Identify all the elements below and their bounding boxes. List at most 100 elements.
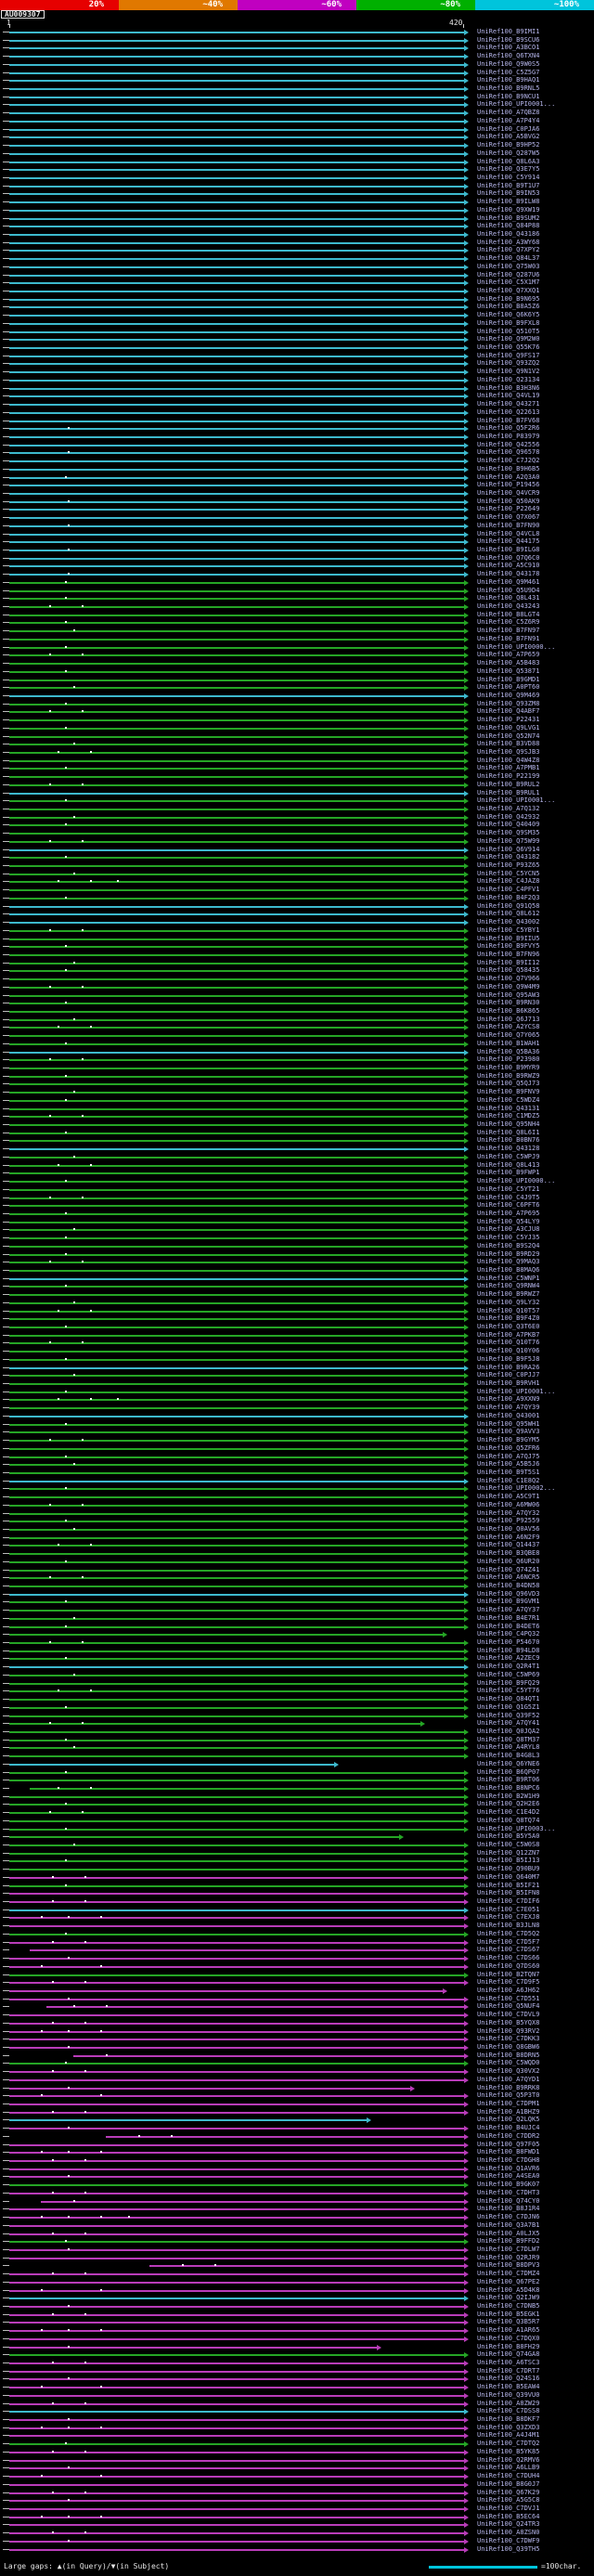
hit-label[interactable]: UniRef100_A7QY37 — [477, 1607, 539, 1613]
hit-label[interactable]: UniRef100_Q8TQ74 — [477, 1817, 539, 1824]
hit-label[interactable]: UniRef100_Q3E7Y5 — [477, 166, 539, 173]
alignment-bar[interactable] — [9, 2459, 464, 2462]
hit-label[interactable]: UniRef100_Q5NUF4 — [477, 2003, 539, 2010]
alignment-bar[interactable] — [9, 1650, 464, 1652]
alignment-bar[interactable] — [9, 201, 464, 204]
hit-label[interactable]: UniRef100_B4DN58 — [477, 1583, 539, 1589]
hit-label[interactable]: UniRef100_C7DGH8 — [477, 2157, 539, 2164]
alignment-bar[interactable] — [9, 1035, 464, 1038]
hit-label[interactable]: UniRef100_B8FWD1 — [477, 2149, 539, 2155]
alignment-bar[interactable] — [9, 2427, 464, 2429]
hit-label[interactable]: UniRef100_Q42932 — [477, 813, 539, 821]
hit-label[interactable]: UniRef100_UPI0003... — [477, 1825, 555, 1832]
hit-label[interactable]: UniRef100_A4SEA0 — [477, 2173, 539, 2180]
hit-label[interactable]: UniRef100_C5Z6R9 — [477, 619, 539, 626]
hit-label[interactable]: UniRef100_A7QY41 — [477, 1720, 539, 1727]
hit-label[interactable]: UniRef100_C7DNB5 — [477, 2302, 539, 2310]
hit-label[interactable]: UniRef100_Q9M461 — [477, 578, 539, 586]
alignment-bar[interactable] — [9, 833, 464, 835]
alignment-bar[interactable] — [9, 2152, 464, 2155]
alignment-bar[interactable] — [9, 395, 464, 398]
alignment-bar[interactable] — [9, 1059, 464, 1062]
alignment-bar[interactable] — [9, 2217, 464, 2220]
alignment-bar[interactable] — [9, 1706, 464, 1709]
alignment-bar[interactable] — [9, 1901, 464, 1904]
hit-label[interactable]: UniRef100_Q6J713 — [477, 1016, 539, 1023]
alignment-bar[interactable] — [9, 1625, 464, 1628]
alignment-bar[interactable] — [9, 1383, 464, 1386]
alignment-bar[interactable] — [9, 848, 464, 851]
hit-label[interactable]: UniRef100_C7D5Q2 — [477, 1930, 539, 1937]
alignment-bar[interactable] — [9, 938, 464, 940]
alignment-bar[interactable] — [9, 1083, 464, 1086]
alignment-bar[interactable] — [9, 1528, 464, 1531]
hit-label[interactable]: UniRef100_A6LLB9 — [477, 2465, 539, 2471]
alignment-bar[interactable] — [9, 1099, 464, 1102]
alignment-bar[interactable] — [9, 1763, 334, 1766]
hit-label[interactable]: UniRef100_C5WQD0 — [477, 2060, 539, 2066]
hit-label[interactable]: UniRef100_Q4ABF7 — [477, 708, 539, 715]
hit-label[interactable]: UniRef100_A7QYD1 — [477, 2076, 539, 2083]
alignment-bar[interactable] — [30, 1787, 464, 1790]
alignment-bar[interactable] — [9, 2111, 464, 2114]
alignment-bar[interactable] — [9, 176, 464, 179]
alignment-bar[interactable] — [9, 2039, 464, 2041]
alignment-bar[interactable] — [9, 1974, 464, 1976]
alignment-bar[interactable] — [9, 32, 464, 33]
alignment-bar[interactable] — [9, 606, 464, 609]
hit-label[interactable]: UniRef100_B7FN90 — [477, 522, 539, 529]
alignment-bar[interactable] — [9, 1116, 464, 1119]
alignment-bar[interactable] — [9, 1536, 464, 1539]
alignment-bar[interactable] — [9, 2095, 464, 2098]
alignment-bar[interactable] — [9, 63, 464, 66]
hit-label[interactable]: UniRef100_C7DJN6 — [477, 2214, 539, 2220]
hit-label[interactable]: UniRef100_B7FV68 — [477, 417, 539, 424]
hit-label[interactable]: UniRef100_B9NCU1 — [477, 93, 539, 100]
hit-label[interactable]: UniRef100_C7DLW7 — [477, 2246, 539, 2253]
alignment-bar[interactable] — [9, 889, 464, 892]
alignment-bar[interactable] — [9, 2394, 464, 2397]
alignment-bar[interactable] — [9, 953, 464, 956]
alignment-bar[interactable] — [9, 679, 464, 681]
alignment-bar[interactable] — [9, 881, 464, 884]
hit-label[interactable]: UniRef100_C7J2Q2 — [477, 458, 539, 464]
hit-label[interactable]: UniRef100_C7DIF6 — [477, 1898, 539, 1905]
hit-label[interactable]: UniRef100_Q9W0S5 — [477, 60, 539, 68]
alignment-bar[interactable] — [9, 541, 464, 544]
hit-label[interactable]: UniRef100_Q8GBW6 — [477, 2043, 539, 2051]
hit-label[interactable]: UniRef100_C5YJ35 — [477, 1235, 539, 1241]
alignment-bar[interactable] — [9, 2104, 464, 2105]
hit-label[interactable]: UniRef100_A1AR65 — [477, 2327, 539, 2334]
alignment-bar[interactable] — [9, 2483, 464, 2486]
alignment-bar[interactable] — [9, 2119, 367, 2122]
alignment-bar[interactable] — [9, 492, 464, 495]
alignment-bar[interactable] — [9, 2507, 464, 2510]
alignment-bar[interactable] — [9, 274, 464, 277]
alignment-bar[interactable] — [9, 2184, 464, 2187]
hit-label[interactable]: UniRef100_Q7X067 — [477, 514, 539, 521]
hit-label[interactable]: UniRef100_B9N695 — [477, 295, 539, 303]
alignment-bar[interactable] — [9, 2524, 464, 2527]
alignment-bar[interactable] — [9, 1715, 464, 1717]
hit-label[interactable]: UniRef100_Q2H2E6 — [477, 1801, 539, 1807]
alignment-bar[interactable] — [9, 96, 464, 98]
hit-label[interactable]: UniRef100_A7QJ75 — [477, 1453, 539, 1460]
hit-label[interactable]: UniRef100_Q9RNW4 — [477, 1283, 539, 1289]
hit-label[interactable]: UniRef100_B9RN30 — [477, 1000, 539, 1006]
hit-label[interactable]: UniRef100_B9ILW8 — [477, 199, 539, 205]
alignment-bar[interactable] — [9, 315, 464, 317]
hit-label[interactable]: UniRef100_A5B483 — [477, 660, 539, 667]
alignment-bar[interactable] — [9, 589, 464, 592]
hit-label[interactable]: UniRef100_Q42556 — [477, 441, 539, 448]
alignment-bar[interactable] — [9, 56, 464, 58]
hit-label[interactable]: UniRef100_Q43128 — [477, 1146, 539, 1152]
alignment-bar[interactable] — [9, 339, 464, 342]
alignment-bar[interactable] — [9, 71, 464, 74]
alignment-bar[interactable] — [9, 104, 464, 107]
alignment-bar[interactable] — [9, 2208, 464, 2211]
alignment-bar[interactable] — [9, 460, 464, 463]
hit-label[interactable]: UniRef100_Q43243 — [477, 603, 539, 610]
alignment-bar[interactable] — [9, 128, 464, 131]
alignment-bar[interactable] — [9, 1399, 464, 1402]
alignment-bar[interactable] — [9, 1156, 464, 1159]
